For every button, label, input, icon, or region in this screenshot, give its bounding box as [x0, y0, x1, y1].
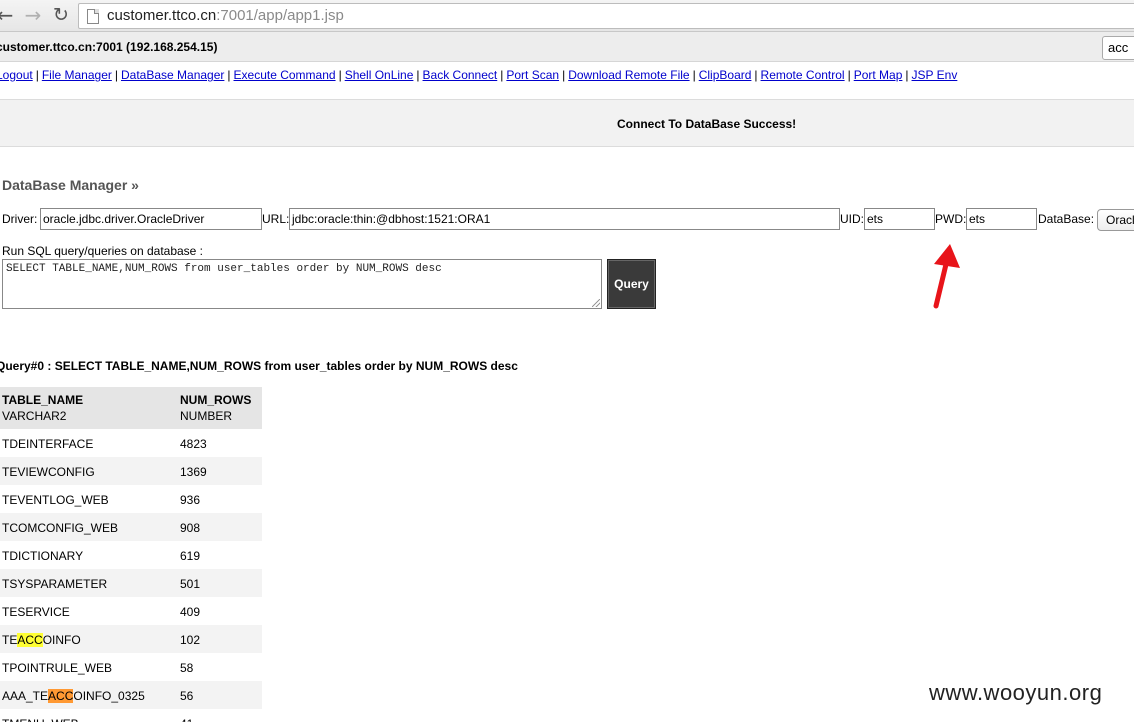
column-type: VARCHAR2	[2, 409, 67, 423]
menu-link-execute-command[interactable]: Execute Command	[234, 68, 336, 82]
table-name-cell: TDEINTERFACE	[2, 437, 94, 451]
database-select[interactable]: Oracle	[1097, 209, 1134, 231]
database-label: DataBase:	[1038, 212, 1095, 226]
table-name-cell: TEVENTLOG_WEB	[2, 493, 109, 507]
num-rows-cell: 1369	[180, 465, 207, 479]
num-rows-cell: 56	[180, 689, 194, 703]
menu-separator: |	[562, 68, 566, 82]
table-name-cell: TCOMCONFIG_WEB	[2, 521, 118, 535]
driver-label: Driver:	[2, 212, 38, 226]
host-title: customer.ttco.cn:7001 (192.168.254.15)	[0, 40, 218, 54]
query-heading: Query#0 : SELECT TABLE_NAME,NUM_ROWS fro…	[0, 359, 518, 373]
column-type: NUMBER	[180, 409, 233, 423]
browser-toolbar: ← → ↻ customer.ttco.cn:7001/app/app1.jsp	[0, 0, 1134, 32]
column-header: TABLE_NAME	[2, 393, 84, 407]
table-name-cell: TEACCOINFO	[2, 633, 81, 647]
menu-link-clipboard[interactable]: ClipBoard	[699, 68, 752, 82]
table-row: TPOINTRULE_WEB 58	[0, 653, 262, 681]
uid-label: UID:	[840, 212, 864, 226]
menu-separator: |	[338, 68, 342, 82]
driver-input[interactable]: oracle.jdbc.driver.OracleDriver	[40, 208, 262, 230]
menu-separator: |	[692, 68, 696, 82]
reload-icon[interactable]: ↻	[50, 4, 72, 26]
forward-arrow-icon[interactable]: →	[22, 4, 44, 26]
menu-link-shell-online[interactable]: Shell OnLine	[345, 68, 414, 82]
num-rows-cell: 619	[180, 549, 201, 563]
result-table: TABLE_NAME VARCHAR2 NUM_ROWS NUMBER TDEI…	[0, 387, 262, 722]
pwd-label: PWD:	[935, 212, 967, 226]
table-row: TMENU_WEB 41	[0, 709, 262, 722]
menu-link-port-scan[interactable]: Port Scan	[506, 68, 559, 82]
menu-link-file-manager[interactable]: File Manager	[42, 68, 112, 82]
table-row: TCOMCONFIG_WEB 908	[0, 513, 262, 541]
main-menu: Logout|File Manager|DataBase Manager|Exe…	[0, 68, 957, 82]
menu-link-remote-control[interactable]: Remote Control	[761, 68, 845, 82]
page-icon	[87, 9, 99, 24]
address-bar[interactable]: customer.ttco.cn:7001/app/app1.jsp	[78, 3, 1134, 29]
num-rows-cell: 58	[180, 661, 194, 675]
num-rows-cell: 409	[180, 605, 201, 619]
sql-textarea[interactable]: SELECT TABLE_NAME,NUM_ROWS from user_tab…	[2, 259, 602, 309]
menu-link-database-manager[interactable]: DataBase Manager	[121, 68, 224, 82]
annotation-arrow-icon	[933, 244, 960, 309]
sql-text: SELECT TABLE_NAME,NUM_ROWS from user_tab…	[6, 263, 442, 275]
address-url: customer.ttco.cn:7001/app/app1.jsp	[107, 7, 344, 24]
pwd-input[interactable]: ets	[966, 208, 1037, 230]
menu-separator: |	[905, 68, 909, 82]
resize-grip-icon[interactable]	[592, 299, 600, 307]
status-banner: Connect To DataBase Success!	[0, 99, 1134, 147]
table-row: AAA_TEACCOINFO_0325 56	[0, 681, 262, 709]
table-name-cell: TPOINTRULE_WEB	[2, 661, 113, 675]
url-input[interactable]: jdbc:oracle:thin:@dbhost:1521:ORA1	[289, 208, 840, 230]
menu-link-download-remote-file[interactable]: Download Remote File	[568, 68, 689, 82]
table-name-cell: AAA_TEACCOINFO_0325	[2, 689, 145, 703]
table-name-cell: TMENU_WEB	[2, 717, 79, 722]
search-highlight: ACC	[48, 689, 74, 703]
menu-separator: |	[500, 68, 504, 82]
menu-separator: |	[35, 68, 39, 82]
num-rows-cell: 501	[180, 577, 201, 591]
table-name-cell: TESERVICE	[2, 605, 70, 619]
sql-label: Run SQL query/queries on database :	[2, 244, 204, 258]
table-row: TDICTIONARY 619	[0, 541, 262, 569]
url-label: URL:	[262, 212, 290, 226]
menu-link-logout[interactable]: Logout	[0, 68, 33, 82]
menu-separator: |	[847, 68, 851, 82]
num-rows-cell: 936	[180, 493, 201, 507]
find-input[interactable]: acc	[1102, 36, 1134, 60]
search-highlight: ACC	[17, 633, 43, 647]
watermark: www.wooyun.org	[929, 680, 1103, 705]
table-name-cell: TSYSPARAMETER	[2, 577, 108, 591]
table-header: TABLE_NAME VARCHAR2 NUM_ROWS NUMBER	[0, 387, 262, 429]
table-row: TEACCOINFO 102	[0, 625, 262, 653]
num-rows-cell: 41	[180, 717, 193, 722]
query-button[interactable]: Query	[607, 259, 656, 309]
table-name-cell: TEVIEWCONFIG	[2, 465, 95, 479]
menu-separator: |	[754, 68, 758, 82]
table-row: TSYSPARAMETER 501	[0, 569, 262, 597]
table-row: TEVIEWCONFIG 1369	[0, 457, 262, 485]
status-message: Connect To DataBase Success!	[617, 117, 797, 131]
table-row: TESERVICE 409	[0, 597, 262, 625]
table-row: TEVENTLOG_WEB 936	[0, 485, 262, 513]
uid-input[interactable]: ets	[864, 208, 935, 230]
column-header: NUM_ROWS	[180, 393, 252, 407]
table-name-cell: TDICTIONARY	[2, 549, 84, 563]
table-row: TDEINTERFACE 4823	[0, 429, 262, 457]
menu-separator: |	[227, 68, 231, 82]
back-arrow-icon[interactable]: ←	[0, 4, 16, 26]
menu-link-port-map[interactable]: Port Map	[854, 68, 903, 82]
num-rows-cell: 102	[180, 633, 201, 647]
host-bar: customer.ttco.cn:7001 (192.168.254.15) a…	[0, 32, 1134, 62]
menu-separator: |	[416, 68, 420, 82]
num-rows-cell: 908	[180, 521, 201, 535]
menu-link-jsp-env[interactable]: JSP Env	[912, 68, 958, 82]
section-title: DataBase Manager »	[2, 177, 139, 193]
num-rows-cell: 4823	[180, 437, 207, 451]
menu-link-back-connect[interactable]: Back Connect	[423, 68, 498, 82]
menu-separator: |	[114, 68, 118, 82]
